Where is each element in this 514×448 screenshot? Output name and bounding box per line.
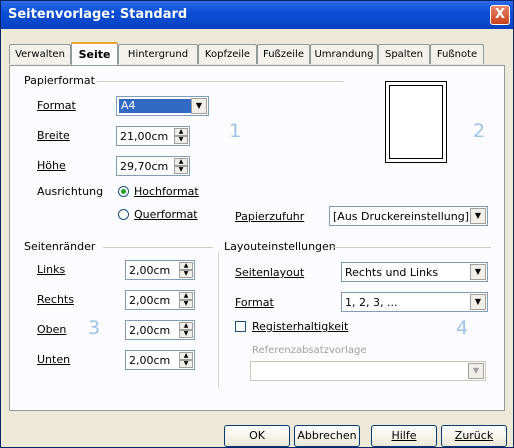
papierzufuhr-dropdown[interactable]: [Aus Druckereinstellung] ▼ (329, 206, 488, 226)
referenzabsatzvorlage-dropdown[interactable]: ▼ (250, 361, 486, 381)
seitenlayout-dropdown[interactable]: Rechts und Links ▼ (341, 262, 488, 282)
spin-up-icon[interactable]: ▲ (179, 322, 193, 330)
section-papierformat: Papierformat (24, 74, 95, 87)
zurueck-button[interactable]: Zurück (441, 425, 507, 447)
spin-down-icon[interactable]: ▼ (179, 330, 193, 338)
tab-fusszeile[interactable]: Fußzeile (257, 44, 310, 64)
chevron-down-icon[interactable]: ▼ (470, 264, 486, 280)
chevron-down-icon: ▼ (468, 363, 484, 379)
tab-kopfzeile[interactable]: Kopfzeile (198, 44, 257, 64)
links-stepper[interactable]: 2,00cm ▲ ▼ (125, 260, 195, 280)
spin-down-icon[interactable]: ▼ (179, 300, 193, 308)
querformat-radio[interactable] (118, 209, 129, 220)
spin-up-icon[interactable]: ▲ (174, 158, 188, 166)
ok-button[interactable]: OK (224, 425, 290, 447)
format-label: Format (37, 99, 76, 112)
marker-4: 4 (456, 317, 469, 339)
layout-format-label: Format (235, 296, 274, 309)
hilfe-button[interactable]: Hilfe (371, 425, 437, 447)
hoehe-label: Höhe (37, 159, 66, 172)
breite-label: Breite (37, 129, 70, 142)
seitenlayout-label: Seitenlayout (235, 266, 305, 279)
querformat-label[interactable]: Querformat (134, 208, 198, 221)
chevron-down-icon[interactable]: ▼ (470, 294, 486, 310)
oben-stepper[interactable]: 2,00cm ▲ ▼ (125, 320, 195, 340)
vertical-divider (218, 253, 219, 387)
papierzufuhr-label: Papierzufuhr (235, 210, 305, 223)
marker-1: 1 (229, 120, 242, 142)
title-bar[interactable]: Seitenvorlage: Standard X (1, 1, 513, 29)
tab-seite[interactable]: Seite (71, 42, 118, 65)
links-label: Links (37, 263, 66, 276)
hoehe-stepper[interactable]: 29,70cm ▲ ▼ (116, 156, 190, 176)
spin-down-icon[interactable]: ▼ (174, 166, 188, 174)
registerhaltigkeit-checkbox[interactable] (235, 321, 246, 332)
breite-stepper[interactable]: 21,00cm ▲ ▼ (116, 126, 190, 146)
page-preview (385, 81, 447, 163)
divider (331, 247, 491, 248)
unten-label: Unten (37, 353, 71, 366)
chevron-down-icon[interactable]: ▼ (470, 208, 486, 224)
spin-up-icon[interactable]: ▲ (179, 262, 193, 270)
tab-verwalten[interactable]: Verwalten (9, 44, 71, 64)
hochformat-radio[interactable] (118, 186, 129, 197)
page-preview-margin (389, 85, 443, 159)
marker-2: 2 (473, 120, 486, 142)
layout-format-dropdown[interactable]: 1, 2, 3, ... ▼ (341, 292, 488, 312)
format-dropdown[interactable]: A4 ▼ (116, 96, 209, 116)
spin-up-icon[interactable]: ▲ (179, 292, 193, 300)
tab-spalten[interactable]: Spalten (378, 44, 430, 64)
spin-down-icon[interactable]: ▼ (174, 136, 188, 144)
dialog-window: Seitenvorlage: Standard X Verwalten Seit… (0, 0, 514, 448)
rechts-label: Rechts (37, 293, 74, 306)
divider (97, 81, 343, 82)
chevron-down-icon[interactable]: ▼ (191, 98, 207, 114)
tab-umrandung[interactable]: Umrandung (310, 44, 378, 64)
section-seitenraender: Seitenränder (24, 240, 96, 253)
spin-up-icon[interactable]: ▲ (174, 128, 188, 136)
rechts-stepper[interactable]: 2,00cm ▲ ▼ (125, 290, 195, 310)
ausrichtung-label: Ausrichtung (37, 185, 104, 198)
marker-3: 3 (88, 317, 101, 339)
divider (103, 247, 213, 248)
spin-down-icon[interactable]: ▼ (179, 270, 193, 278)
registerhaltigkeit-label[interactable]: Registerhaltigkeit (252, 320, 348, 333)
unten-stepper[interactable]: 2,00cm ▲ ▼ (125, 350, 195, 370)
abbrechen-button[interactable]: Abbrechen (294, 425, 360, 447)
close-button[interactable]: X (490, 5, 510, 25)
oben-label: Oben (37, 323, 67, 336)
tab-hintergrund[interactable]: Hintergrund (118, 44, 198, 64)
section-layouteinstellungen: Layouteinstellungen (224, 240, 336, 253)
spin-up-icon[interactable]: ▲ (179, 352, 193, 360)
referenzabsatzvorlage-label: Referenzabsatzvorlage (252, 345, 367, 356)
spin-down-icon[interactable]: ▼ (179, 360, 193, 368)
hochformat-label[interactable]: Hochformat (134, 185, 199, 198)
tab-fussnote[interactable]: Fußnote (430, 44, 484, 64)
window-title: Seitenvorlage: Standard (8, 7, 188, 22)
